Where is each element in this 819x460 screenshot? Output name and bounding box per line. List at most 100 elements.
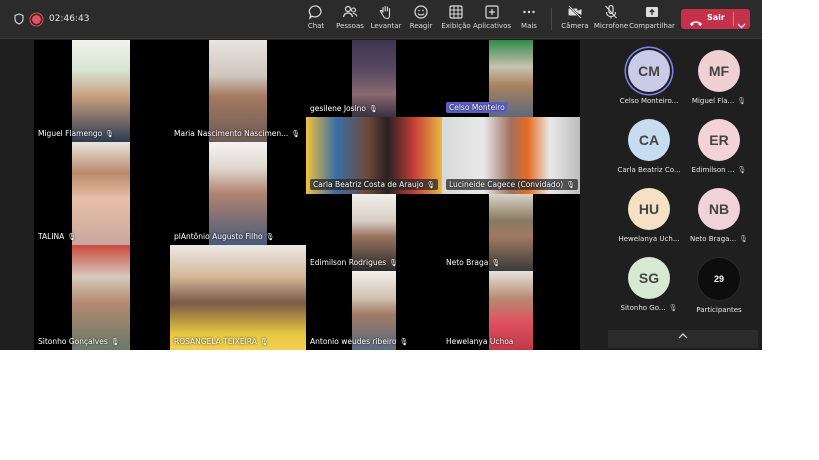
- video-tile[interactable]: Neto Braga 🎙: [442, 194, 580, 271]
- video-tile[interactable]: Celso Monteiro: [442, 40, 580, 117]
- mic-off-icon: 🎙: [105, 130, 115, 138]
- participant-avatar-tile[interactable]: HU Hewelanya Uch...: [614, 184, 684, 250]
- shield-icon: [14, 10, 24, 29]
- camera-off-icon: [556, 4, 594, 22]
- participant-avatar-tile[interactable]: SG Sitonho Go... 🎙: [614, 253, 684, 319]
- participant-video: [170, 245, 306, 350]
- participant-name: Sitonho Gonçalves: [38, 337, 108, 346]
- avatar: SG: [628, 257, 670, 299]
- participant-video: [72, 245, 130, 350]
- leave-split-divider: [733, 12, 734, 26]
- mic-off-icon: 🎙: [566, 181, 576, 189]
- avatar: CA: [628, 119, 670, 161]
- meeting-timer: 02:46:43: [49, 14, 90, 24]
- participant-name: Celso Monteiro...: [619, 97, 679, 105]
- video-tile[interactable]: Carla Beatriz Costa de Araujo 🎙: [306, 117, 442, 194]
- avatar: HU: [628, 188, 670, 230]
- view-icon: [437, 4, 475, 22]
- mic-off-icon: 🎙: [67, 233, 77, 241]
- participant-video: [72, 142, 130, 245]
- mic-off-icon: 🎙: [389, 259, 399, 267]
- participant-avatar-tile[interactable]: CA Carla Beatriz Co...: [614, 115, 684, 181]
- participants-label: Participantes: [696, 306, 742, 314]
- hang-up-icon: [689, 14, 703, 33]
- video-tile[interactable]: gesilene Josino 🎙: [306, 40, 442, 117]
- mic-off-icon: 🎙: [737, 166, 747, 174]
- mic-off-icon: 🎙: [265, 233, 275, 241]
- participant-name: Maria Nascimento Nascimen...: [174, 129, 289, 138]
- participants-count-tile[interactable]: 29 Participantes: [684, 253, 754, 319]
- avatar: ER: [698, 119, 740, 161]
- mic-off-icon: 🎙: [737, 97, 747, 105]
- mic-off-icon: 🎙: [259, 338, 269, 346]
- participant-name: plAntônio Augusto Filho: [174, 232, 263, 241]
- chevron-down-icon[interactable]: [737, 15, 746, 34]
- participant-name: Neto Braga: [446, 258, 489, 267]
- meeting-status: 02:46:43: [14, 11, 89, 27]
- participant-avatar-tile[interactable]: MF Miguel Fla... 🎙: [684, 46, 754, 112]
- share-button[interactable]: Compartilhar: [629, 4, 675, 34]
- participants-panel: CM Celso Monteiro... MF Miguel Fla... 🎙 C…: [608, 40, 762, 350]
- video-tile[interactable]: Hewelanya Uchoa: [442, 271, 580, 350]
- people-icon: [331, 4, 369, 22]
- video-tile[interactable]: Sitonho Gonçalves 🎙: [34, 245, 170, 350]
- mic-off-icon: 🎙: [399, 338, 409, 346]
- mic-off-icon: 🎙: [491, 259, 501, 267]
- leave-button[interactable]: Sair: [681, 9, 750, 29]
- participant-name: Miguel Fla...: [691, 97, 735, 105]
- video-tile[interactable]: Edimilson Rodrigues 🎙: [306, 194, 442, 271]
- participant-name: Hewelanya Uchoa: [446, 337, 514, 346]
- mic-off-icon: 🎙: [291, 130, 301, 138]
- participant-video: [72, 40, 130, 142]
- participant-name: Lucineide Cagece (Convidado): [449, 180, 564, 189]
- avatar: NB: [698, 188, 740, 230]
- collapse-panel-button[interactable]: [608, 330, 758, 348]
- video-gallery: Miguel Flamengo 🎙 Maria Nascimento Nascim…: [34, 40, 580, 350]
- participant-name: Carla Beatriz Co...: [617, 166, 681, 174]
- more-button[interactable]: Mais: [510, 4, 548, 34]
- participant-avatar-tile[interactable]: ER Edimilson ... 🎙: [684, 115, 754, 181]
- video-tile[interactable]: Antonio weudes ribeiro 🎙: [306, 271, 442, 350]
- participant-name: Carla Beatriz Costa de Araujo: [313, 180, 424, 189]
- participant-name: ROSANGELA TEIXEIRA: [174, 337, 257, 346]
- mic-off-icon: 🎙: [668, 304, 678, 312]
- participant-name: Hewelanya Uch...: [618, 235, 680, 243]
- video-tile[interactable]: Maria Nascimento Nascimen... 🎙: [170, 40, 306, 142]
- recording-icon: [32, 14, 41, 24]
- react-icon: [402, 4, 440, 22]
- avatar: MF: [698, 50, 740, 92]
- participant-name: Antonio weudes ribeiro: [310, 337, 397, 346]
- teams-meeting-window: 02:46:43 Chat Pessoas Levantar Reagir Ex…: [0, 0, 762, 350]
- microphone-button[interactable]: Microfone: [592, 4, 630, 34]
- participant-video: [209, 142, 267, 245]
- raise-hand-icon: [367, 4, 405, 22]
- participant-name: Sitonho Go...: [620, 304, 666, 312]
- participant-name: gesilene Josino: [310, 104, 366, 113]
- mic-off-icon: 🎙: [368, 105, 378, 113]
- mic-off-icon: 🎙: [739, 235, 749, 243]
- avatar: CM: [628, 50, 670, 92]
- participant-name: Edimilson Rodrigues: [310, 258, 387, 267]
- video-tile[interactable]: TALINA 🎙: [34, 142, 170, 245]
- share-icon: [633, 4, 671, 22]
- participant-name: Edimilson ...: [691, 166, 735, 174]
- video-tile[interactable]: plAntônio Augusto Filho 🎙: [170, 142, 306, 245]
- participant-name: Miguel Flamengo: [38, 129, 103, 138]
- participant-avatar-tile[interactable]: NB Neto Braga... 🎙: [684, 184, 754, 250]
- mic-off-icon: 🎙: [110, 338, 120, 346]
- more-icon: [510, 4, 548, 22]
- video-tile[interactable]: ROSANGELA TEIXEIRA 🎙: [170, 245, 306, 350]
- chat-icon: [297, 4, 335, 22]
- participant-name: Neto Braga...: [689, 235, 737, 243]
- meeting-toolbar: 02:46:43 Chat Pessoas Levantar Reagir Ex…: [0, 0, 762, 39]
- participant-name: TALINA: [38, 232, 65, 241]
- participant-avatar-tile[interactable]: CM Celso Monteiro...: [614, 46, 684, 112]
- participants-count: 29: [697, 257, 741, 301]
- video-tile[interactable]: Miguel Flamengo 🎙: [34, 40, 170, 142]
- participant-name: Celso Monteiro: [449, 103, 505, 112]
- mic-off-icon: [592, 4, 630, 22]
- mic-off-icon: 🎙: [426, 181, 436, 189]
- participant-video: [209, 40, 267, 142]
- apps-icon: [473, 4, 511, 22]
- video-tile[interactable]: Lucineide Cagece (Convidado) 🎙: [442, 117, 580, 194]
